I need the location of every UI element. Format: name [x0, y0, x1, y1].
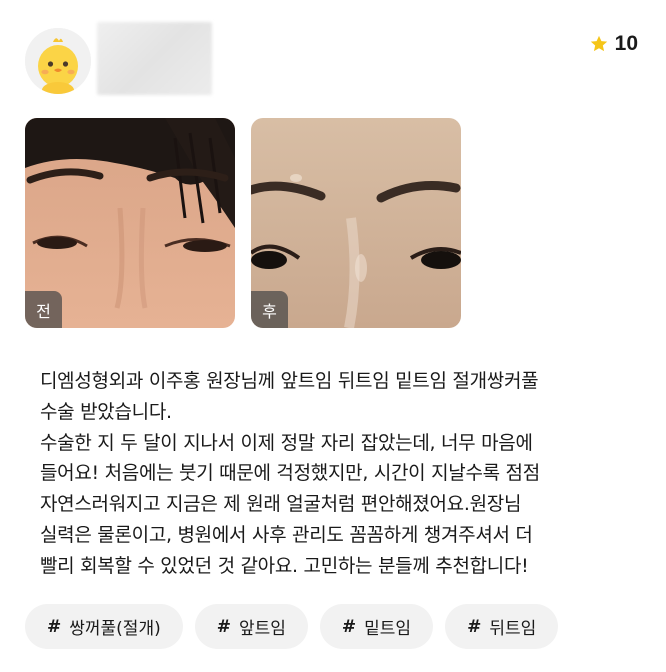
- hash-symbol: #: [216, 616, 231, 637]
- hash-symbol: #: [467, 616, 482, 637]
- review-header: 10: [0, 0, 666, 110]
- hashtag-label: 앞트임: [238, 619, 286, 639]
- hashtag-list: # 쌍꺼풀(절개) # 앞트임 # 밑트임 # 뒤트임: [25, 604, 559, 649]
- after-photo[interactable]: 후: [251, 118, 461, 328]
- chick-avatar-icon: [25, 28, 91, 94]
- hash-symbol: #: [341, 616, 357, 637]
- hashtag-label: 뒤트임: [489, 619, 537, 639]
- hashtag-label: 쌍꺼풀(절개): [69, 619, 161, 639]
- hashtag-chip[interactable]: # 뒤트임: [445, 604, 559, 649]
- before-photo[interactable]: 전: [25, 118, 235, 328]
- star-icon: [590, 35, 607, 52]
- user-avatar[interactable]: [25, 28, 91, 94]
- photo-gallery: 전 후: [25, 118, 461, 328]
- after-label: 후: [251, 291, 288, 328]
- hashtag-label: 밑트임: [364, 619, 412, 639]
- hashtag-chip[interactable]: # 앞트임: [194, 604, 308, 649]
- author-name-blurred: [97, 22, 212, 95]
- rating: 10: [589, 32, 638, 56]
- rating-score: 10: [614, 32, 638, 55]
- hashtag-chip[interactable]: # 쌍꺼풀(절개): [25, 604, 183, 649]
- review-text: 디엠성형외과 이주홍 원장님께 앞트임 뒤트임 밑트임 절개쌍커풀 수술 받았습…: [40, 370, 540, 577]
- hashtag-chip[interactable]: # 밑트임: [319, 604, 434, 649]
- before-label: 전: [25, 291, 62, 328]
- hash-symbol: #: [47, 616, 62, 637]
